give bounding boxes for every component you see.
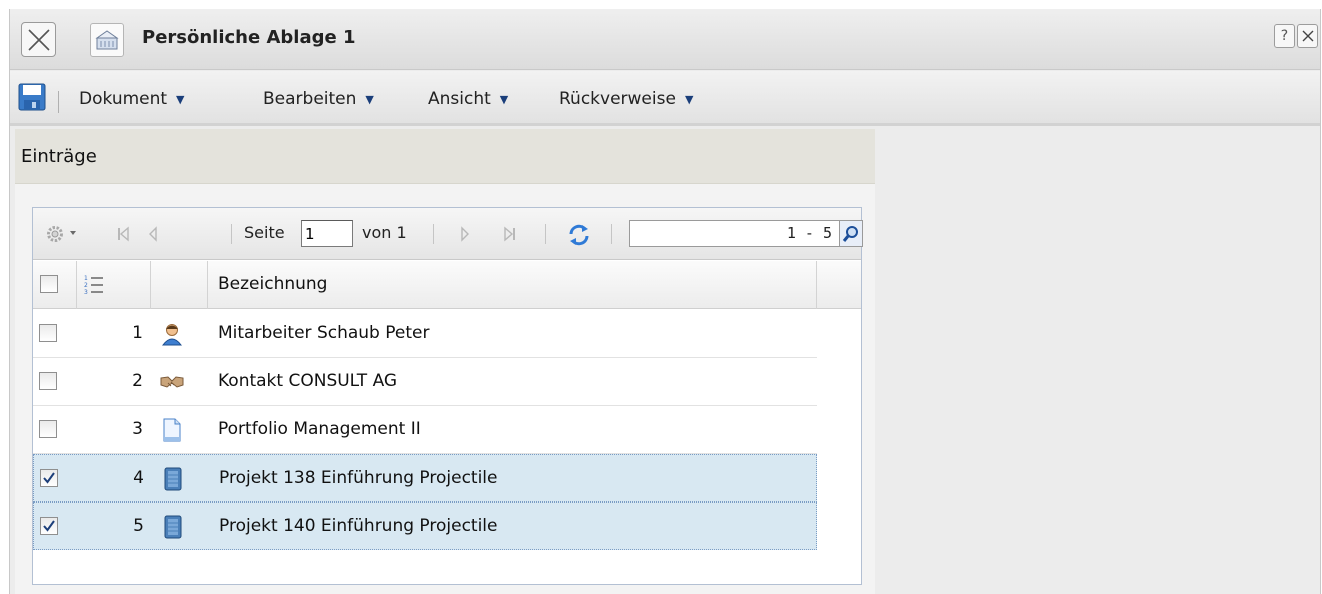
menu-bearbeiten[interactable]: Bearbeiten ▼	[263, 89, 374, 109]
settings-button[interactable]	[43, 222, 81, 246]
header-icon-cell	[151, 261, 208, 309]
menu-separator	[58, 91, 59, 113]
gear-icon	[47, 226, 76, 242]
table-row-selected[interactable]: 4 Projekt 138 Einführung Projectile	[33, 454, 817, 502]
close-window-button[interactable]	[1297, 24, 1318, 48]
row-checkbox[interactable]	[39, 372, 57, 390]
arrow-left-icon	[149, 226, 157, 242]
window-title: Persönliche Ablage 1	[142, 27, 356, 48]
select-all-checkbox[interactable]	[40, 275, 58, 293]
table-row-selected[interactable]: 5 Projekt 140 Einführung Projectile	[33, 502, 817, 550]
panel-header: Einträge	[15, 129, 875, 184]
next-page-button[interactable]	[455, 222, 475, 246]
svg-text:1: 1	[84, 275, 88, 282]
table-row[interactable]: 2 Kontakt CONSULT AG	[33, 358, 817, 406]
row-label: Portfolio Management II	[218, 419, 421, 439]
previous-page-button[interactable]	[143, 222, 163, 246]
row-checkbox-checked[interactable]	[40, 469, 58, 487]
column-header-bezeichnung: Bezeichnung	[218, 274, 328, 294]
toolbar-separator	[611, 224, 612, 244]
menu-rueckverweise[interactable]: Rückverweise ▼	[559, 89, 693, 109]
title-bar: Persönliche Ablage 1 ?	[10, 9, 1320, 70]
row-label: Projekt 138 Einführung Projectile	[219, 468, 498, 488]
last-page-button[interactable]	[500, 222, 520, 246]
arrow-right-icon	[461, 226, 469, 242]
svg-text:3: 3	[84, 289, 88, 296]
range-display: 1 - 5	[629, 220, 841, 247]
row-number: 5	[133, 516, 144, 536]
row-checkbox[interactable]	[39, 420, 57, 438]
page-count-label: von 1	[362, 223, 407, 242]
search-icon	[842, 225, 858, 242]
chevron-down-icon: ▼	[176, 92, 185, 106]
help-button[interactable]: ?	[1274, 24, 1295, 48]
toolbar-separator	[231, 224, 232, 244]
row-label: Projekt 140 Einführung Projectile	[219, 516, 498, 536]
entries-grid: Seite von 1	[32, 207, 863, 585]
numbered-list-icon: 1 2 3	[84, 275, 103, 296]
page-label: Seite	[244, 223, 285, 242]
range-text: 1 - 5	[786, 224, 832, 242]
menu-ansicht[interactable]: Ansicht ▼	[428, 89, 508, 109]
chevron-down-icon: ▼	[499, 92, 509, 106]
table-row[interactable]: 1 Mitarbeiter Schaub Peter	[33, 310, 817, 358]
menu-label: Dokument	[79, 89, 168, 109]
svg-text:2: 2	[84, 282, 88, 289]
toolbar-separator	[545, 224, 546, 244]
header-number-cell[interactable]: 1 2 3	[77, 261, 151, 309]
close-icon	[27, 28, 50, 51]
row-number: 1	[132, 323, 143, 343]
row-checkbox[interactable]	[39, 324, 57, 342]
save-icon	[18, 83, 46, 111]
close-panel-button[interactable]	[21, 22, 56, 57]
menu-bar: Dokument ▼ Bearbeiten ▼ Ansicht ▼ Rückve…	[10, 71, 1320, 126]
table-header: 1 2 3 Bezeichnung	[33, 261, 861, 309]
toolbar-separator	[433, 224, 434, 244]
panel-title: Einträge	[21, 146, 97, 167]
row-checkbox-checked[interactable]	[40, 517, 58, 535]
refresh-button[interactable]	[566, 222, 592, 248]
page-number-input[interactable]	[301, 220, 353, 247]
header-checkbox-cell	[33, 261, 77, 309]
menu-dokument[interactable]: Dokument ▼	[79, 89, 185, 109]
basket-icon	[90, 23, 124, 57]
grid-toolbar: Seite von 1	[33, 208, 863, 260]
window: Persönliche Ablage 1 ? Dokument ▼ Bearbe…	[9, 9, 1321, 594]
first-page-icon	[118, 226, 129, 242]
table-row[interactable]: 3 Portfolio Management II	[33, 406, 817, 454]
close-icon	[1302, 30, 1313, 42]
row-number: 2	[132, 371, 143, 391]
menu-label: Ansicht	[428, 89, 491, 109]
checkmark-icon	[43, 472, 55, 484]
menu-label: Bearbeiten	[263, 89, 357, 109]
header-name-cell[interactable]: Bezeichnung	[208, 261, 817, 309]
save-button[interactable]	[17, 82, 47, 112]
row-label: Mitarbeiter Schaub Peter	[218, 323, 430, 343]
menu-label: Rückverweise	[559, 89, 676, 109]
document-icon	[160, 417, 184, 443]
row-number: 4	[133, 468, 144, 488]
first-page-button[interactable]	[113, 222, 133, 246]
project-icon	[161, 466, 185, 492]
search-button[interactable]	[839, 220, 863, 247]
chevron-down-icon: ▼	[365, 92, 374, 106]
handshake-icon	[160, 369, 184, 395]
project-icon	[161, 514, 185, 540]
entries-panel: Einträge Seite 1 von 1 1 - 5 1 2 3 Bezei…	[15, 129, 875, 594]
person-icon	[160, 321, 184, 347]
row-label: Kontakt CONSULT AG	[218, 371, 398, 391]
panel-body: Seite von 1	[15, 184, 875, 594]
checkmark-icon	[43, 520, 55, 532]
last-page-icon	[504, 226, 515, 242]
refresh-icon	[569, 224, 589, 246]
chevron-down-icon: ▼	[684, 92, 694, 106]
row-number: 3	[132, 419, 143, 439]
